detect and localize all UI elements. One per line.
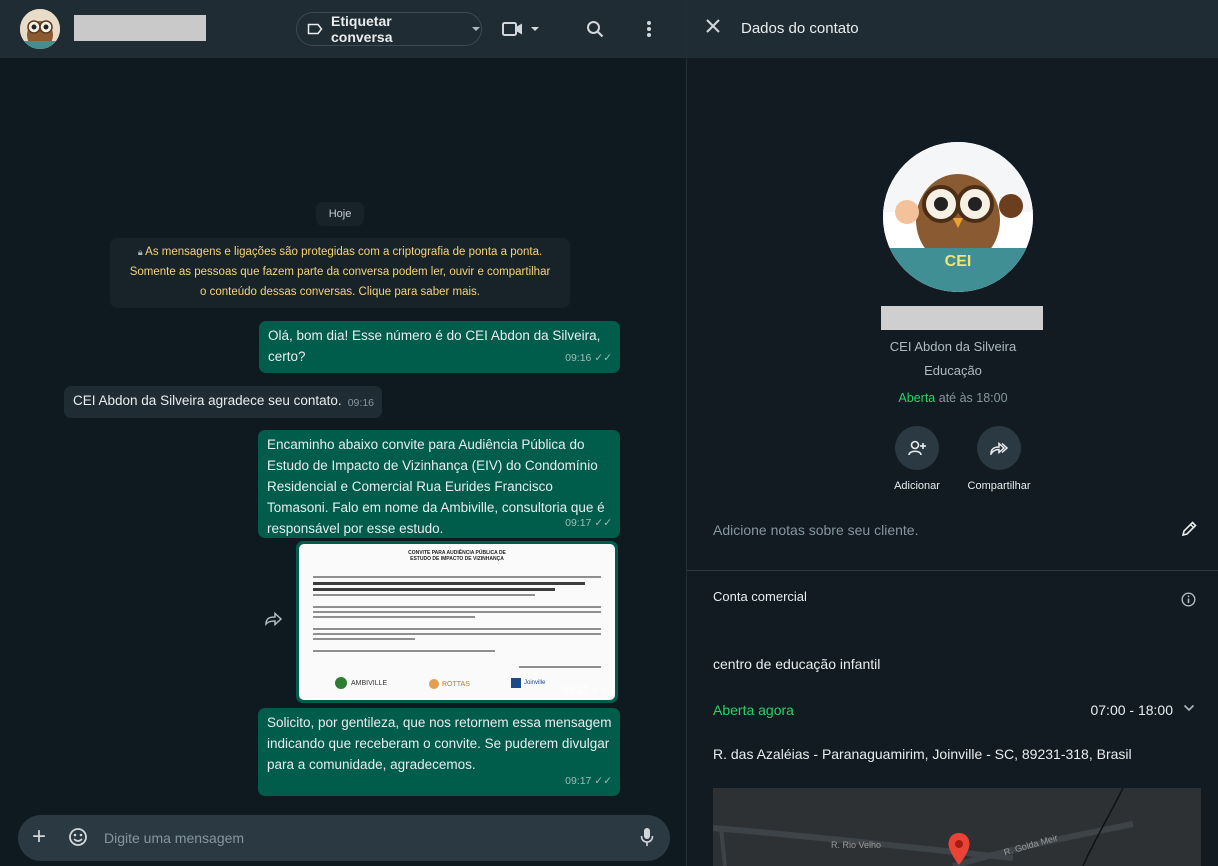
double-check-icon: ✓✓ (594, 775, 612, 787)
message-meta: 09:17 ✓✓ (562, 684, 609, 696)
message-time: 09:17 (565, 775, 592, 787)
business-category-short: Educação (924, 363, 982, 378)
joinville-logo: Joinville (511, 678, 545, 688)
business-category: centro de educação infantil (713, 656, 881, 672)
search-button[interactable] (586, 16, 604, 42)
label-conversation-button[interactable]: Etiquetar conversa (296, 12, 482, 46)
label-tag-icon (307, 23, 323, 35)
chat-pane: Etiquetar conversa Hoje 🔒︎ As mensagens … (0, 0, 686, 866)
forward-icon (265, 611, 283, 627)
attach-plus-icon[interactable]: + (32, 824, 46, 850)
open-status: Aberta até às 18:00 (687, 391, 1218, 405)
search-icon (587, 21, 604, 38)
video-call-button[interactable] (502, 16, 540, 42)
kebab-menu-icon (647, 21, 651, 37)
double-check-icon: ✓✓ (594, 517, 612, 529)
info-icon (1181, 592, 1196, 607)
contact-info-header: Dados do contato (687, 0, 1218, 58)
open-until: até às 18:00 (938, 391, 1008, 405)
message-composer: + (18, 815, 670, 861)
message-text: Solicito, por gentileza, que nos retorne… (267, 715, 612, 772)
add-person-icon (908, 440, 926, 456)
message-time: 09:17 (565, 517, 592, 529)
ambiville-logo-text: AMBIVILLE (351, 679, 388, 687)
pencil-icon (1181, 521, 1197, 537)
rottas-logo-text: ROTTAS (442, 680, 470, 688)
contact-info-title: Dados do contato (741, 20, 859, 37)
message-text: Encaminho abaixo convite para Audiência … (267, 437, 605, 536)
message-input[interactable] (104, 823, 604, 853)
message-time: 09:16 (565, 352, 592, 364)
contact-name-redacted (881, 306, 1043, 330)
section-divider (687, 570, 1218, 571)
close-button[interactable] (705, 18, 721, 39)
voice-record-button[interactable] (640, 827, 654, 852)
share-contact-button[interactable]: Compartilhar (954, 426, 1044, 492)
business-hours: 07:00 - 18:00 (1090, 702, 1173, 718)
encryption-line-1-text: As mensagens e ligações são protegidas c… (145, 246, 543, 258)
location-map[interactable]: R. Rio Velho R. Golda Meir (713, 788, 1201, 866)
message-time: 09:16 (347, 397, 374, 409)
contact-info-pane: Dados do contato CEI CEI Abdon da Silvei… (686, 0, 1218, 866)
business-info-button[interactable] (1181, 592, 1196, 612)
chevron-down-icon (1183, 704, 1195, 712)
rottas-logo: ROTTAS (429, 679, 470, 689)
sticker-emoji-icon (69, 828, 87, 846)
encryption-line-2: Somente as pessoas que fazem parte da co… (129, 266, 551, 278)
message-outgoing[interactable]: Olá, bom dia! Esse número é do CEI Abdon… (259, 321, 620, 373)
business-address: R. das Azaléias - Paranaguamirim, Joinvi… (713, 746, 1132, 762)
forward-button[interactable] (264, 611, 283, 631)
invitation-document-image[interactable]: CONVITE PARA AUDIÊNCIA PÚBLICA DE ESTUDO… (299, 544, 615, 700)
microphone-icon (640, 828, 654, 846)
map-pin-icon (948, 833, 970, 865)
message-image[interactable]: CONVITE PARA AUDIÊNCIA PÚBLICA DE ESTUDO… (296, 541, 618, 703)
edit-notes-button[interactable] (1180, 520, 1198, 543)
open-now-label: Aberta agora (713, 702, 794, 718)
share-icon (990, 441, 1009, 455)
message-meta: 09:16 ✓✓ (565, 348, 612, 369)
message-incoming[interactable]: CEI Abdon da Silveira agradece seu conta… (64, 386, 382, 418)
business-account-title: Conta comercial (713, 589, 807, 604)
caret-down-icon (531, 27, 539, 31)
message-outgoing[interactable]: Encaminho abaixo convite para Audiência … (258, 430, 620, 538)
contact-name-redacted (74, 15, 206, 41)
date-chip: Hoje (316, 202, 364, 226)
message-text: Olá, bom dia! Esse número é do CEI Abdon… (268, 328, 601, 364)
map-road-label: R. Rio Velho (831, 840, 882, 850)
message-outgoing[interactable]: Solicito, por gentileza, que nos retorne… (258, 708, 620, 796)
doc-title: CONVITE PARA AUDIÊNCIA PÚBLICA DE ESTUDO… (299, 550, 615, 562)
encryption-line-1: 🔒︎ As mensagens e ligações são protegida… (110, 242, 570, 262)
message-text: CEI Abdon da Silveira agradece seu conta… (73, 393, 342, 408)
encryption-line-3: o conteúdo dessas conversas. Clique para… (200, 286, 480, 298)
business-name: CEI Abdon da Silveira (889, 339, 1017, 354)
contact-avatar[interactable] (20, 9, 60, 49)
notes-field[interactable]: Adicione notas sobre seu cliente. (713, 522, 918, 538)
double-check-icon: ✓✓ (591, 684, 609, 696)
lock-icon: 🔒︎ (137, 247, 143, 257)
ambiville-logo: AMBIVILLE (335, 677, 387, 689)
share-contact-circle (977, 426, 1021, 470)
open-status-label: Aberta (898, 391, 936, 405)
menu-button[interactable] (646, 16, 652, 42)
add-contact-label: Adicionar (894, 480, 940, 492)
contact-avatar-large[interactable]: CEI (883, 142, 1033, 292)
message-meta: 09:17 ✓✓ (565, 771, 612, 792)
label-button-text: Etiquetar conversa (331, 13, 393, 45)
encryption-notice[interactable]: 🔒︎ As mensagens e ligações são protegida… (110, 238, 570, 308)
chat-header: Etiquetar conversa (0, 0, 686, 58)
message-meta: 09:17 ✓✓ (565, 513, 612, 534)
emoji-button[interactable] (68, 827, 88, 852)
share-contact-label: Compartilhar (967, 480, 1031, 492)
business-hours-toggle[interactable]: Aberta agora 07:00 - 18:00 (713, 702, 1201, 722)
message-time: 09:17 (562, 684, 589, 696)
avatar-cei-text: CEI (945, 253, 972, 270)
double-check-icon: ✓✓ (594, 352, 612, 364)
close-icon (706, 19, 720, 33)
caret-down-icon (472, 27, 481, 31)
joinville-logo-text: Joinville (524, 680, 546, 686)
add-contact-circle (895, 426, 939, 470)
add-contact-button[interactable]: Adicionar (877, 426, 957, 492)
doc-title-line-2: ESTUDO DE IMPACTO DE VIZINHANÇA (410, 556, 504, 562)
video-camera-icon (502, 22, 522, 36)
